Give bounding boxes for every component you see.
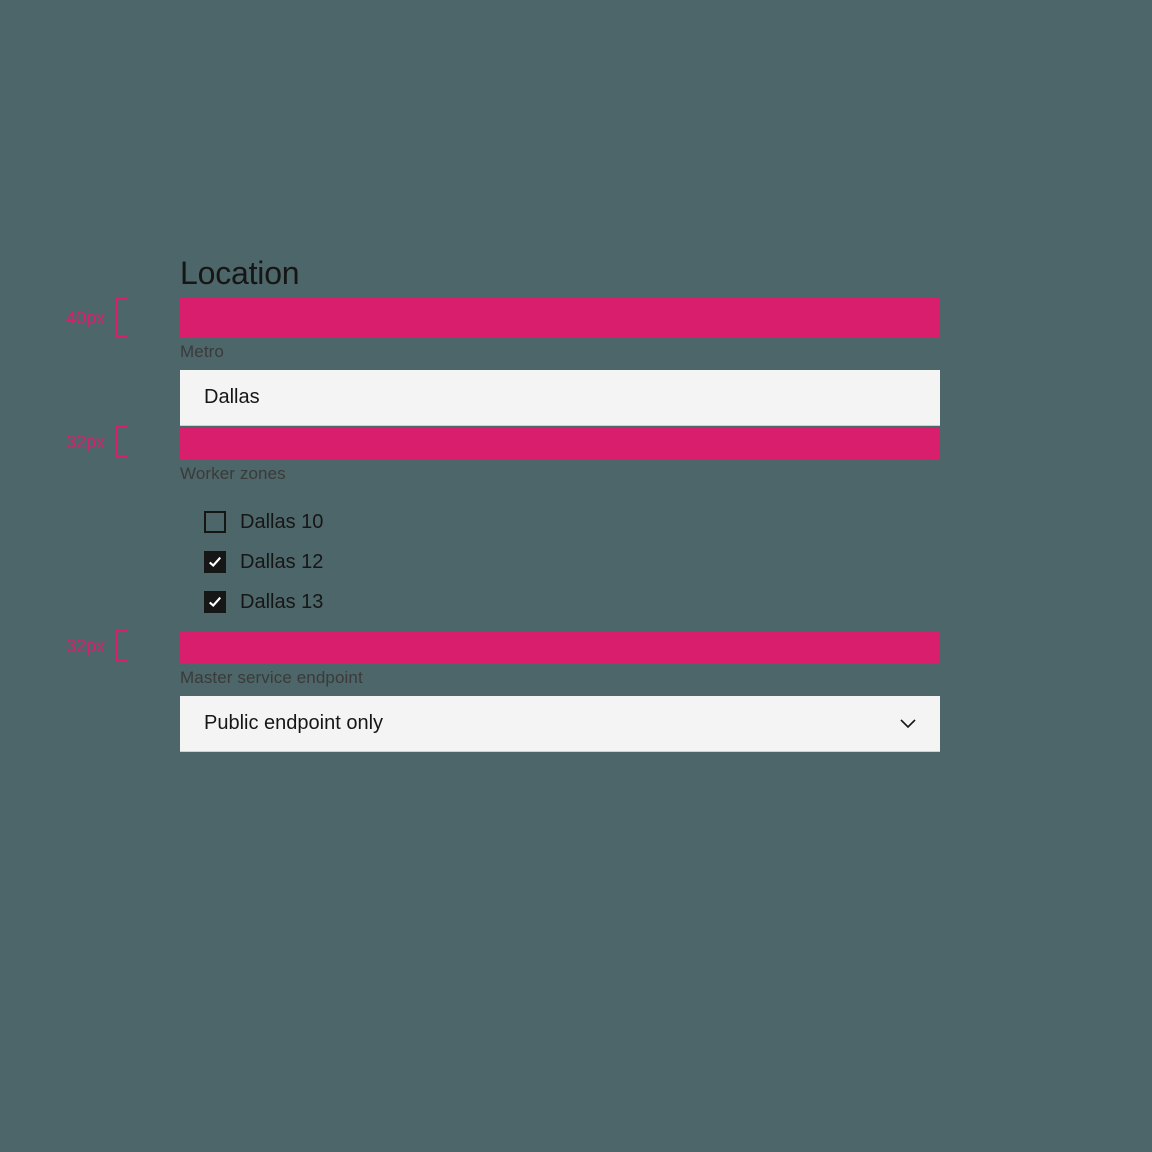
- checkbox-label: Dallas 13: [240, 591, 323, 614]
- worker-zone-row: Dallas 10: [204, 502, 940, 542]
- master-endpoint-label: Master service endpoint: [180, 668, 940, 688]
- metro-select[interactable]: Dallas: [180, 370, 940, 426]
- checkmark-icon: [208, 595, 222, 609]
- spacing-annotation-32b: 32px: [66, 630, 127, 662]
- checkbox-dallas-10[interactable]: [204, 511, 226, 533]
- bracket-icon: [115, 630, 127, 662]
- spacing-block-32a: [180, 428, 940, 460]
- master-endpoint-value: Public endpoint only: [204, 712, 383, 735]
- master-endpoint-select[interactable]: Public endpoint only: [180, 696, 940, 752]
- worker-zone-row: Dallas 13: [204, 582, 940, 622]
- metro-label: Metro: [180, 342, 940, 362]
- spacing-label: 32px: [66, 636, 105, 657]
- bracket-icon: [115, 298, 127, 338]
- spacing-block-32b: [180, 632, 940, 664]
- checkbox-dallas-13[interactable]: [204, 591, 226, 613]
- checkmark-icon: [208, 555, 222, 569]
- worker-zone-row: Dallas 12: [204, 542, 940, 582]
- chevron-down-icon: [900, 719, 916, 729]
- checkbox-dallas-12[interactable]: [204, 551, 226, 573]
- spacing-label: 32px: [66, 432, 105, 453]
- bracket-icon: [115, 426, 127, 458]
- metro-value: Dallas: [204, 386, 260, 409]
- location-form: Location Metro Dallas Worker zones Dalla…: [180, 255, 940, 754]
- spacing-block-40: [180, 298, 940, 338]
- checkbox-label: Dallas 12: [240, 551, 323, 574]
- spacing-annotation-40: 40px: [66, 298, 127, 338]
- section-title: Location: [180, 255, 940, 292]
- spacing-annotation-32a: 32px: [66, 426, 127, 458]
- worker-zones-group: Dallas 10 Dallas 12 Dallas 13: [180, 492, 940, 632]
- checkbox-label: Dallas 10: [240, 511, 323, 534]
- spacing-label: 40px: [66, 308, 105, 329]
- worker-zones-label: Worker zones: [180, 464, 940, 484]
